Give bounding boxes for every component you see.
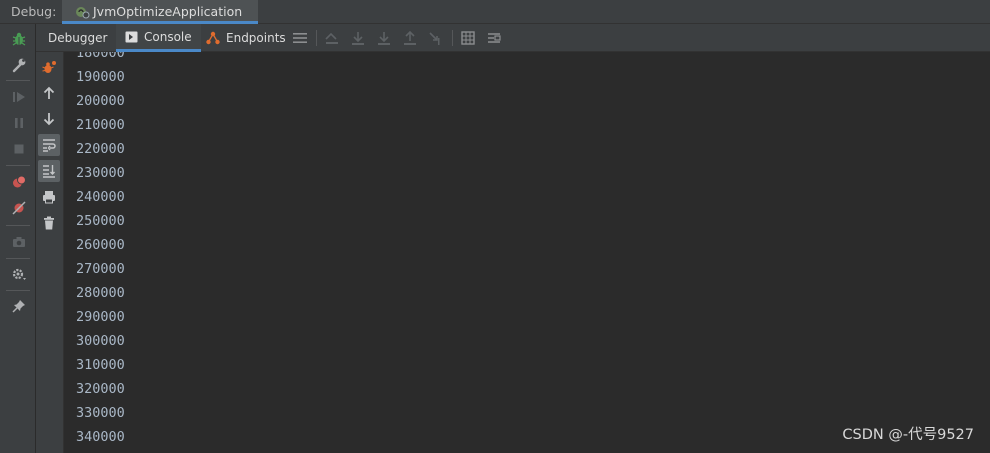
- debug-bug-icon[interactable]: [10, 30, 28, 48]
- console-line: 250000: [76, 213, 125, 229]
- debugger-tabs-toolbar: Debugger Console Endpoints: [36, 24, 990, 52]
- toolbar-separator: [316, 30, 317, 46]
- resume-icon[interactable]: [10, 88, 28, 106]
- down-arrow-icon[interactable]: [38, 108, 60, 130]
- console-line: 310000: [76, 357, 125, 373]
- tab-console-label: Console: [144, 29, 192, 44]
- spring-boot-debug-icon: [74, 4, 90, 20]
- console-line: 280000: [76, 285, 125, 301]
- run-to-cursor-icon[interactable]: [428, 30, 444, 46]
- console-toolbar: [36, 52, 64, 453]
- tab-endpoints[interactable]: Endpoints: [198, 24, 294, 52]
- print-icon[interactable]: [38, 186, 60, 208]
- stop-icon[interactable]: [10, 140, 28, 158]
- toolbar-separator: [6, 225, 30, 226]
- console-line: 300000: [76, 333, 125, 349]
- mute-breakpoints-icon[interactable]: [10, 199, 28, 217]
- settings-icon[interactable]: [10, 265, 28, 283]
- tab-debugger[interactable]: Debugger: [40, 24, 115, 52]
- debug-title: Debug:: [11, 4, 57, 19]
- console-line: 340000: [76, 429, 125, 445]
- up-arrow-icon[interactable]: [38, 82, 60, 104]
- console-line: 330000: [76, 405, 125, 421]
- console-line: 240000: [76, 189, 125, 205]
- toolbar-separator: [452, 30, 453, 46]
- console-line: 220000: [76, 141, 125, 157]
- console-icon: [125, 31, 138, 43]
- toolbar-separator: [6, 165, 30, 166]
- menu-icon[interactable]: [292, 30, 308, 46]
- console-lines: 180000 190000 200000 210000 220000 23000…: [76, 52, 125, 449]
- debug-actions-toolbar: [0, 24, 36, 453]
- step-into-icon[interactable]: [376, 30, 392, 46]
- camera-icon[interactable]: [10, 233, 28, 251]
- restart-debug-icon[interactable]: [38, 56, 60, 78]
- scroll-to-end-icon[interactable]: [38, 160, 60, 182]
- run-config-tab[interactable]: JvmOptimizeApplication: [62, 0, 258, 24]
- debug-tool-window-header: Debug: JvmOptimizeApplication: [0, 0, 990, 24]
- view-breakpoints-icon[interactable]: [10, 173, 28, 191]
- console-line: 190000: [76, 69, 125, 85]
- soft-wrap-icon[interactable]: [38, 134, 60, 156]
- console-line: 180000: [76, 52, 125, 61]
- console-line: 260000: [76, 237, 125, 253]
- step-out-icon[interactable]: [402, 30, 418, 46]
- endpoints-icon: [206, 31, 220, 45]
- csdn-watermark: CSDN @-代号9527: [842, 427, 974, 443]
- show-execution-point-icon[interactable]: [324, 30, 340, 46]
- clear-all-icon[interactable]: [38, 212, 60, 234]
- console-line: 210000: [76, 117, 125, 133]
- console-output[interactable]: 180000 190000 200000 210000 220000 23000…: [64, 52, 990, 453]
- pin-icon[interactable]: [10, 297, 28, 315]
- tab-endpoints-label: Endpoints: [226, 31, 286, 45]
- toolbar-separator: [6, 258, 30, 259]
- pause-icon[interactable]: [10, 114, 28, 132]
- console-line: 290000: [76, 309, 125, 325]
- toolbar-separator: [6, 80, 30, 81]
- step-over-icon[interactable]: [350, 30, 366, 46]
- wrench-icon[interactable]: [10, 56, 28, 74]
- trace-icon[interactable]: [486, 30, 502, 46]
- run-config-tab-label: JvmOptimizeApplication: [93, 4, 243, 19]
- tab-debugger-label: Debugger: [48, 31, 108, 45]
- console-line: 200000: [76, 93, 125, 109]
- console-line: 230000: [76, 165, 125, 181]
- evaluate-expression-icon[interactable]: [460, 30, 476, 46]
- tab-console[interactable]: Console: [116, 24, 201, 52]
- console-line: 320000: [76, 381, 125, 397]
- toolbar-separator: [6, 290, 30, 291]
- console-line: 270000: [76, 261, 125, 277]
